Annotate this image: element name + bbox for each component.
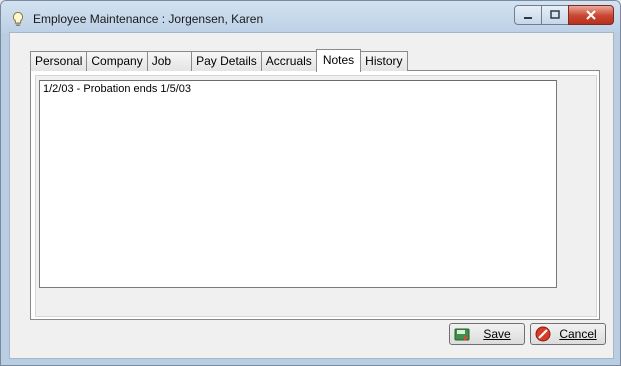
notes-textarea[interactable]: 1/2/03 - Probation ends 1/5/03 [39,80,557,288]
tab-company[interactable]: Company [86,51,148,71]
notes-tab-panel: 1/2/03 - Probation ends 1/5/03 [30,70,600,320]
cancel-icon [535,326,551,342]
title-bar[interactable]: Employee Maintenance : Jorgensen, Karen [1,1,620,33]
save-button-label: Save [483,327,511,341]
cancel-button[interactable]: Cancel [530,323,606,345]
tab-accruals[interactable]: Accruals [260,51,317,71]
close-button[interactable] [568,5,614,25]
window-title: Employee Maintenance : Jorgensen, Karen [33,12,264,26]
employee-maintenance-window: Employee Maintenance : Jorgensen, Karen … [0,0,621,366]
save-icon [454,328,470,341]
tab-notes[interactable]: Notes [315,49,362,72]
dialog-body: Personal Company Job Pay Details Accrual… [9,32,614,359]
tab-personal[interactable]: Personal [30,51,88,71]
tab-history[interactable]: History [360,51,408,71]
maximize-icon [550,10,560,19]
tab-strip: Personal Company Job Pay Details Accrual… [30,49,408,72]
maximize-button[interactable] [541,5,569,25]
close-icon [586,10,596,20]
minimize-button[interactable] [514,5,542,25]
tab-pay-details[interactable]: Pay Details [191,51,262,71]
notes-panel-area: 1/2/03 - Probation ends 1/5/03 [35,75,597,317]
save-button[interactable]: Save [449,323,525,345]
cancel-button-label: Cancel [559,327,597,341]
lightbulb-icon [12,11,24,26]
minimize-icon [524,17,532,19]
tab-job[interactable]: Job [146,51,193,71]
window-controls [514,5,614,25]
